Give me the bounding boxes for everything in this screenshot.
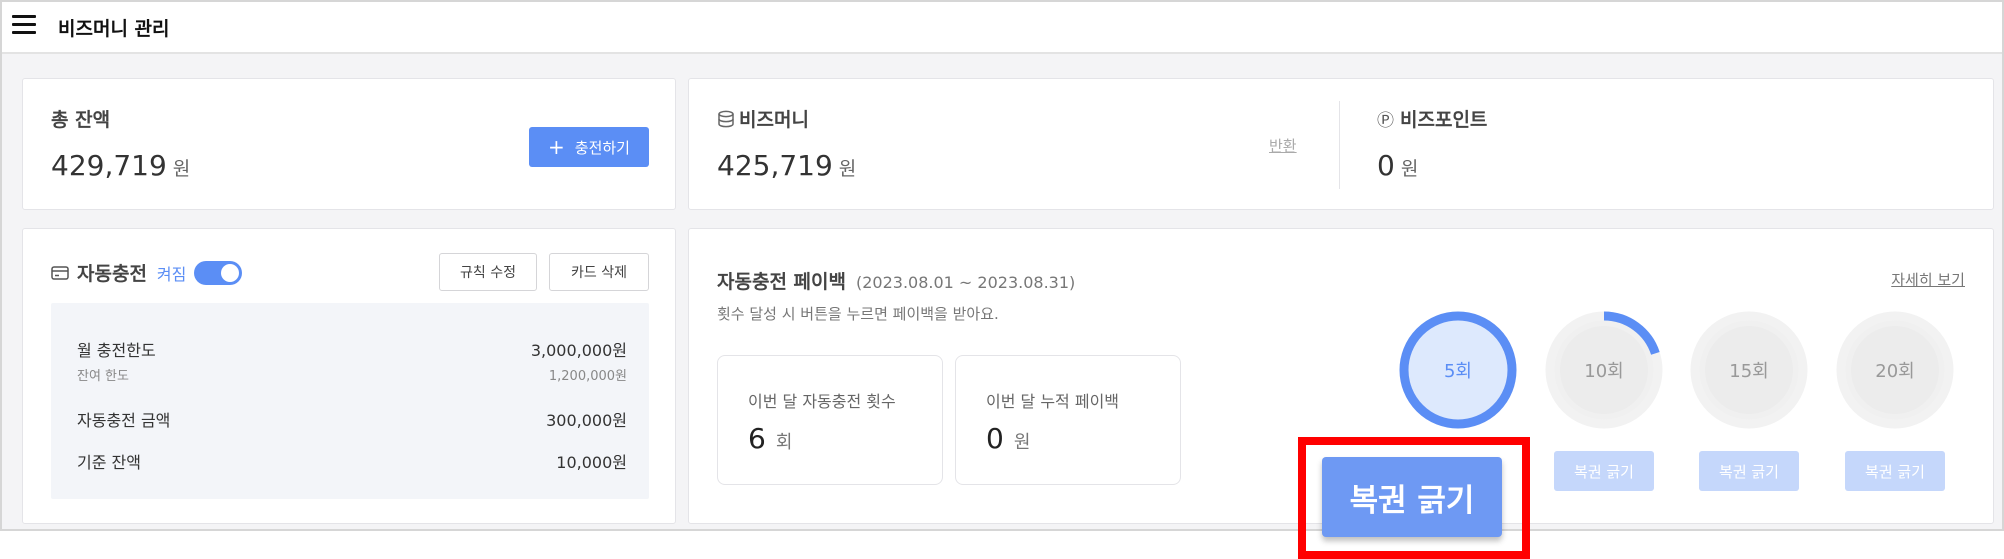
milestone-ring: 20회: [1834, 309, 1956, 431]
bizmoney-amount: 425,719 원: [717, 149, 857, 182]
scratch-lottery-button[interactable]: 복권 긁기: [1322, 457, 1502, 537]
remaining-limit-value: 1,200,000원: [548, 369, 627, 384]
charge-amount-value: 300,000원: [546, 411, 627, 430]
base-balance-label: 기준 잔액: [77, 453, 141, 472]
autocharge-details: 월 충전한도 3,000,000원 잔여 한도 1,200,000원 자동충전 …: [51, 303, 649, 499]
total-balance-label: 총 잔액: [51, 109, 111, 131]
monthly-count-label: 이번 달 자동충전 횟수: [748, 392, 896, 411]
milestone-ring: 15회: [1688, 309, 1810, 431]
milestone-label: 10회: [1584, 361, 1624, 382]
edit-rule-button[interactable]: 규칙 수정: [439, 253, 537, 291]
milestone-ring: 10회: [1543, 309, 1665, 431]
card-icon: [51, 265, 69, 280]
autocharge-heading: 자동충전 켜짐: [51, 259, 243, 286]
milestone-lottery-button[interactable]: 복권 긁기: [1554, 451, 1654, 491]
p-circle-icon: Ⓟ: [1377, 111, 1394, 131]
database-icon: [718, 110, 734, 127]
milestone-ring: 5회: [1397, 309, 1519, 431]
delete-card-button[interactable]: 카드 삭제: [549, 253, 649, 291]
app-frame: 비즈머니 관리 총 잔액 429,719 원 + 충전하기 비즈머니 425,71…: [0, 0, 2004, 531]
plus-icon: +: [548, 135, 565, 159]
milestone-label: 15회: [1729, 361, 1769, 382]
cumulative-payback-box: 이번 달 누적 페이백 0원: [955, 355, 1181, 485]
bizpoint-amount: 0원: [1377, 149, 1419, 182]
charge-button[interactable]: + 충전하기: [529, 127, 649, 167]
autocharge-card: 자동충전 켜짐 규칙 수정 카드 삭제 월 충전한도 3,000,000원 잔여…: [22, 228, 676, 524]
remaining-limit-label: 잔여 한도: [77, 369, 129, 384]
autocharge-status: 켜짐: [156, 264, 187, 284]
toggle-knob: [221, 263, 240, 282]
cumulative-payback-label: 이번 달 누적 페이백: [986, 392, 1120, 411]
bizmoney-card: 비즈머니 425,719 원 반환 Ⓟ 비즈포인트 0원: [688, 78, 1994, 210]
cumulative-payback-value: 0원: [986, 422, 1031, 455]
refund-link[interactable]: 반환: [1269, 135, 1297, 156]
page-title: 비즈머니 관리: [58, 18, 170, 40]
details-link[interactable]: 자세히 보기: [1891, 269, 1965, 290]
monthly-limit-label: 월 충전한도: [77, 341, 156, 360]
monthly-limit-value: 3,000,000원: [530, 341, 627, 360]
bizpoint-heading: Ⓟ 비즈포인트: [1377, 105, 1487, 132]
milestone-label: 5회: [1443, 361, 1472, 382]
base-balance-value: 10,000원: [556, 453, 627, 472]
autocharge-toggle[interactable]: [194, 260, 243, 285]
charge-amount-label: 자동충전 금액: [77, 411, 171, 430]
monthly-count-box: 이번 달 자동충전 횟수 6회: [717, 355, 943, 485]
total-balance-amount: 429,719 원: [51, 149, 191, 182]
monthly-count-value: 6회: [748, 422, 793, 455]
milestone-label: 20회: [1875, 361, 1915, 382]
payback-period: (2023.08.01 ~ 2023.08.31): [855, 273, 1076, 292]
milestone-lottery-button[interactable]: 복권 긁기: [1699, 451, 1799, 491]
payback-description: 횟수 달성 시 버튼을 누르면 페이백을 받아요.: [717, 305, 999, 323]
payback-heading: 자동충전 페이백 (2023.08.01 ~ 2023.08.31): [717, 271, 1076, 293]
menu-icon[interactable]: [12, 15, 36, 35]
bizmoney-heading: 비즈머니: [717, 105, 809, 132]
total-balance-card: 총 잔액 429,719 원 + 충전하기: [22, 78, 676, 210]
milestone-lottery-button[interactable]: 복권 긁기: [1845, 451, 1945, 491]
card-divider: [1339, 101, 1340, 189]
top-bar: 비즈머니 관리: [2, 2, 2002, 54]
